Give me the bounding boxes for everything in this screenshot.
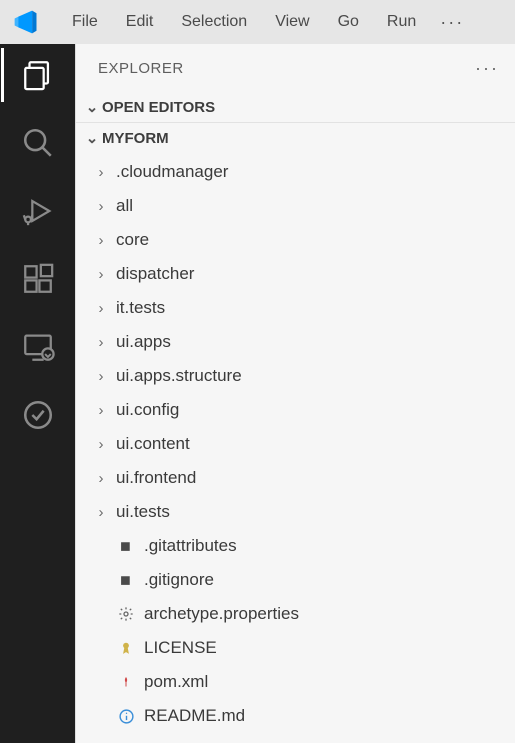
folder-row[interactable]: › ui.apps <box>76 325 515 359</box>
tree-item-label: .cloudmanager <box>116 162 228 182</box>
tree-item-label: all <box>116 196 133 216</box>
folder-row[interactable]: › all <box>76 189 515 223</box>
chevron-right-icon: › <box>94 368 108 385</box>
tree-item-label: ui.apps.structure <box>116 366 242 386</box>
testing-icon[interactable] <box>17 394 59 436</box>
explorer-icon[interactable] <box>17 54 59 96</box>
tree-item-label: .gitignore <box>144 570 214 590</box>
file-row[interactable]: ◆.gitignore <box>76 563 515 597</box>
gear-icon <box>116 604 136 624</box>
menu-run[interactable]: Run <box>373 9 430 35</box>
info-icon <box>116 706 136 726</box>
tree-item-label: ui.content <box>116 434 190 454</box>
tree-item-label: core <box>116 230 149 250</box>
license-icon <box>116 638 136 658</box>
chevron-right-icon: › <box>94 300 108 317</box>
chevron-right-icon: › <box>94 334 108 351</box>
chevron-right-icon: › <box>94 232 108 249</box>
tree-item-label: README.md <box>144 706 245 726</box>
tree-item-label: ui.frontend <box>116 468 196 488</box>
folder-row[interactable]: › ui.apps.structure <box>76 359 515 393</box>
git-file-icon: ◆ <box>112 532 140 560</box>
workspace-label: MYFORM <box>102 130 169 147</box>
tree-item-label: ui.config <box>116 400 179 420</box>
remote-explorer-icon[interactable] <box>17 326 59 368</box>
tree-item-label: dispatcher <box>116 264 194 284</box>
sidebar-more-icon[interactable]: ··· <box>475 58 499 79</box>
menu-view[interactable]: View <box>261 9 323 35</box>
menu-go[interactable]: Go <box>324 9 373 35</box>
tree-item-label: ui.tests <box>116 502 170 522</box>
open-editors-label: OPEN EDITORS <box>102 99 215 116</box>
tree-item-label: LICENSE <box>144 638 217 658</box>
search-icon[interactable] <box>17 122 59 164</box>
chevron-down-icon: ⌄ <box>82 129 102 147</box>
menu-overflow-icon[interactable]: ··· <box>430 8 474 37</box>
chevron-right-icon: › <box>94 504 108 521</box>
folder-row[interactable]: › ui.tests <box>76 495 515 529</box>
file-row[interactable]: ◆.gitattributes <box>76 529 515 563</box>
explorer-sidebar: EXPLORER ··· ⌄ OPEN EDITORS ⌄ MYFORM › .c… <box>75 44 515 743</box>
menu-selection[interactable]: Selection <box>167 9 261 35</box>
vscode-logo-icon <box>12 8 40 36</box>
folder-row[interactable]: › dispatcher <box>76 257 515 291</box>
git-file-icon: ◆ <box>112 566 140 594</box>
run-debug-icon[interactable] <box>17 190 59 232</box>
activity-bar <box>0 44 75 743</box>
chevron-right-icon: › <box>94 470 108 487</box>
menu-file[interactable]: File <box>58 9 112 35</box>
folder-row[interactable]: › ui.frontend <box>76 461 515 495</box>
chevron-down-icon: ⌄ <box>82 98 102 116</box>
chevron-right-icon: › <box>94 436 108 453</box>
menu-edit[interactable]: Edit <box>112 9 168 35</box>
main-area: EXPLORER ··· ⌄ OPEN EDITORS ⌄ MYFORM › .c… <box>0 44 515 743</box>
sidebar-title: EXPLORER <box>98 60 184 77</box>
open-editors-section[interactable]: ⌄ OPEN EDITORS <box>76 92 515 123</box>
extensions-icon[interactable] <box>17 258 59 300</box>
file-row[interactable]: LICENSE <box>76 631 515 665</box>
chevron-right-icon: › <box>94 402 108 419</box>
tree-item-label: archetype.properties <box>144 604 299 624</box>
chevron-right-icon: › <box>94 198 108 215</box>
tree-item-label: pom.xml <box>144 672 208 692</box>
xml-file-icon <box>116 672 136 692</box>
folder-row[interactable]: › it.tests <box>76 291 515 325</box>
chevron-right-icon: › <box>94 164 108 181</box>
chevron-right-icon: › <box>94 266 108 283</box>
tree-item-label: it.tests <box>116 298 165 318</box>
tree-item-label: ui.apps <box>116 332 171 352</box>
file-tree: › .cloudmanager › all › core › dispatcher › it.te… <box>76 153 515 741</box>
folder-row[interactable]: › ui.content <box>76 427 515 461</box>
file-row[interactable]: README.md <box>76 699 515 733</box>
file-row[interactable]: archetype.properties <box>76 597 515 631</box>
workspace-section[interactable]: ⌄ MYFORM <box>76 123 515 153</box>
menubar: File Edit Selection View Go Run ··· <box>0 0 515 44</box>
sidebar-header: EXPLORER ··· <box>76 44 515 92</box>
folder-row[interactable]: › core <box>76 223 515 257</box>
file-row[interactable]: pom.xml <box>76 665 515 699</box>
tree-item-label: .gitattributes <box>144 536 237 556</box>
folder-row[interactable]: › ui.config <box>76 393 515 427</box>
folder-row[interactable]: › .cloudmanager <box>76 155 515 189</box>
